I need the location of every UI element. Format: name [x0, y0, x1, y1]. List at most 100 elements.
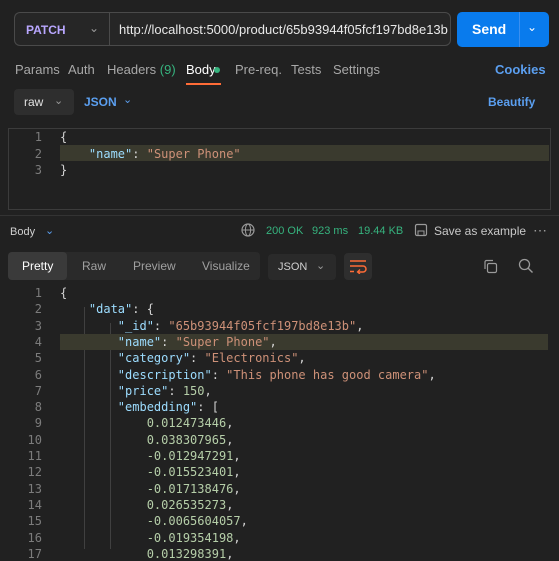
- tab-settings[interactable]: Settings: [333, 62, 380, 77]
- cookies-link[interactable]: Cookies: [495, 62, 546, 77]
- wrap-lines-button[interactable]: [344, 253, 372, 280]
- code-token: ,: [428, 367, 436, 382]
- method-select[interactable]: PATCH ⌄: [14, 12, 109, 46]
- tab-params[interactable]: Params: [15, 62, 60, 77]
- code-token: {: [60, 286, 68, 300]
- code-token: "description": [117, 367, 212, 382]
- code-token: "category": [117, 351, 191, 366]
- code-token: -0.0065604057: [146, 514, 241, 529]
- search-icon[interactable]: [518, 258, 534, 277]
- tab-raw[interactable]: Raw: [82, 259, 106, 273]
- chevron-down-icon[interactable]: ⌄: [45, 224, 54, 237]
- beautify-link[interactable]: Beautify: [488, 95, 535, 109]
- tab-preview[interactable]: Preview: [133, 259, 176, 273]
- tab-auth[interactable]: Auth: [68, 62, 95, 77]
- code-token: "65b93944f05fcf197bd8e13b": [168, 318, 357, 333]
- line-number: 15: [27, 514, 42, 529]
- response-body-label[interactable]: Body: [10, 226, 35, 238]
- code-token: ,: [226, 432, 234, 447]
- response-time[interactable]: 923 ms: [312, 225, 348, 237]
- send-button[interactable]: Send ⌄: [457, 12, 549, 47]
- code-line: {: [60, 286, 67, 300]
- active-tab-underline: [186, 83, 221, 85]
- code-token: 150: [182, 383, 205, 398]
- line-number: 8: [34, 400, 42, 415]
- code-line: 0.026535273,: [60, 497, 234, 512]
- line-number: 3: [34, 163, 42, 177]
- code-token: "name": [88, 146, 133, 161]
- line-number: 10: [27, 432, 42, 447]
- tab-pretty[interactable]: Pretty: [22, 259, 53, 273]
- wrap-icon: [350, 260, 367, 274]
- line-number: 5: [34, 351, 42, 366]
- line-number: 2: [34, 146, 42, 161]
- code-token: ,: [233, 481, 241, 496]
- more-options-icon[interactable]: ⋯: [533, 222, 547, 239]
- chevron-down-icon[interactable]: ⌄: [527, 20, 537, 34]
- line-number: 7: [34, 383, 42, 398]
- tab-headers-label: Headers: [107, 62, 157, 77]
- code-token: : {: [132, 302, 154, 317]
- tab-prerequest[interactable]: Pre-req.: [235, 62, 282, 77]
- code-line: "description": "This phone has good came…: [60, 368, 436, 382]
- code-line: 0.012473446,: [60, 416, 234, 430]
- code-token: -0.017138476: [146, 481, 234, 496]
- body-active-dot: [214, 67, 220, 73]
- copy-icon[interactable]: [483, 259, 498, 277]
- code-line: "embedding": [: [60, 400, 219, 414]
- code-line: -0.015523401,: [60, 465, 241, 479]
- response-size[interactable]: 19.44 KB: [358, 225, 403, 237]
- chevron-down-icon: ⌄: [54, 95, 64, 107]
- code-line: "category": "Electronics",: [60, 351, 306, 365]
- chevron-down-icon: ⌄: [316, 260, 326, 272]
- line-number: 12: [27, 465, 42, 480]
- body-format-select[interactable]: JSON: [84, 95, 117, 109]
- line-number: 1: [34, 130, 42, 144]
- code-line: "data": {: [60, 302, 154, 316]
- status-code[interactable]: 200 OK: [266, 225, 303, 237]
- code-token: "_id": [117, 318, 154, 333]
- globe-icon[interactable]: [241, 223, 255, 240]
- tab-tests[interactable]: Tests: [291, 62, 321, 77]
- save-as-example-button[interactable]: Save as example: [434, 224, 526, 238]
- code-token: ,: [298, 351, 306, 366]
- code-token: 0.026535273: [146, 497, 227, 512]
- code-line: "name": "Super Phone",: [60, 335, 277, 349]
- body-mode-select[interactable]: raw ⌄: [14, 89, 74, 115]
- line-number: 16: [27, 530, 42, 545]
- send-label: Send: [472, 21, 507, 37]
- code-token: :: [153, 318, 169, 333]
- save-icon: [414, 223, 428, 240]
- response-format-label: JSON: [278, 261, 308, 273]
- chevron-down-icon[interactable]: ⌄: [123, 93, 132, 106]
- code-token: "name": [117, 334, 162, 349]
- request-body-editor[interactable]: [8, 128, 551, 210]
- line-number: 6: [34, 367, 42, 382]
- code-line: "name": "Super Phone": [60, 147, 241, 161]
- code-token: }: [60, 163, 68, 177]
- code-token: ,: [356, 318, 364, 333]
- panel-divider[interactable]: [0, 215, 559, 216]
- tab-visualize[interactable]: Visualize: [202, 259, 250, 273]
- body-mode-label: raw: [24, 95, 44, 109]
- code-line: 0.038307965,: [60, 432, 234, 447]
- tab-headers[interactable]: Headers (9): [107, 62, 176, 77]
- line-number: 4: [34, 334, 42, 349]
- url-input[interactable]: http://localhost:5000/product/65b93944f0…: [109, 12, 451, 46]
- line-number: 11: [27, 449, 42, 463]
- response-format-select[interactable]: JSON ⌄: [268, 254, 336, 280]
- tab-body[interactable]: Body: [186, 62, 216, 77]
